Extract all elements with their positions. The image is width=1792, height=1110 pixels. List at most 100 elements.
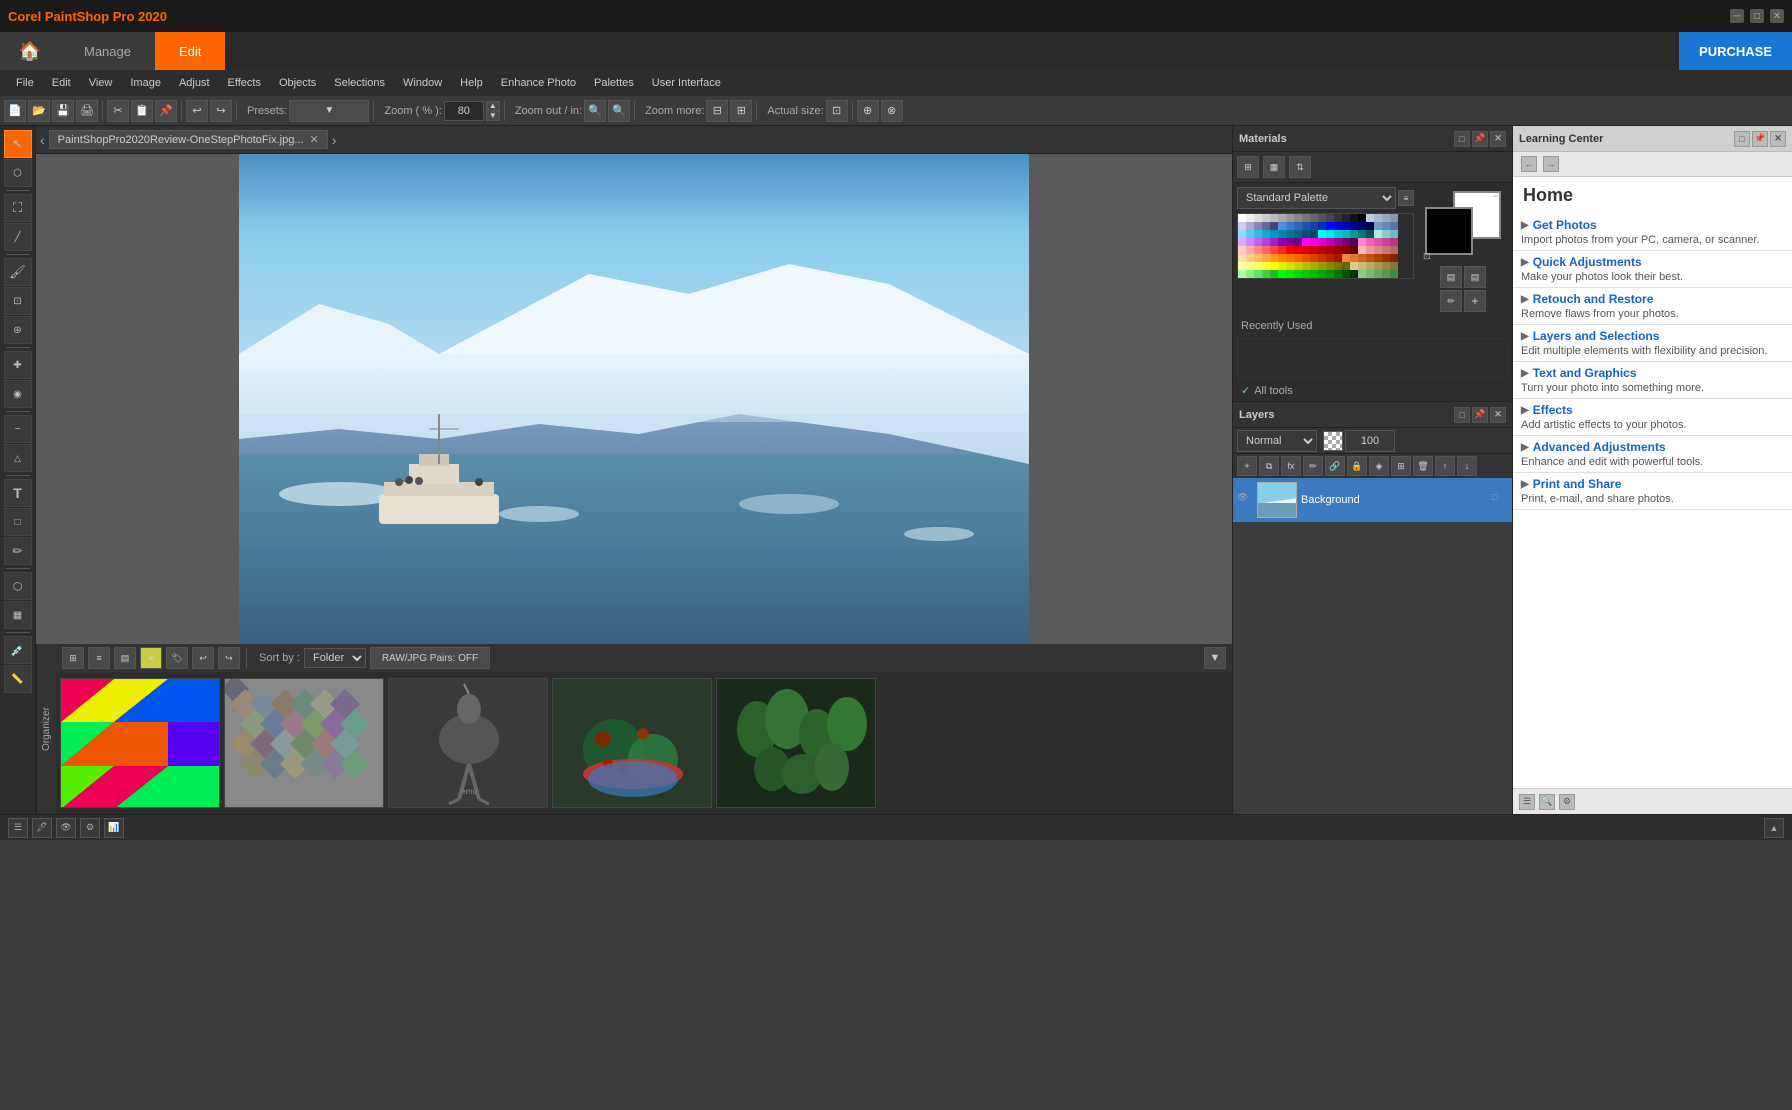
color-swatch[interactable] bbox=[1390, 262, 1398, 270]
layer-blend-btn[interactable]: ◈ bbox=[1369, 456, 1389, 476]
color-swatch[interactable] bbox=[1366, 246, 1374, 254]
color-swatch[interactable] bbox=[1294, 222, 1302, 230]
color-swatch[interactable] bbox=[1382, 262, 1390, 270]
lc-back-btn[interactable]: ← bbox=[1521, 156, 1537, 172]
color-swatch[interactable] bbox=[1254, 254, 1262, 262]
palette-options-btn[interactable]: ≡ bbox=[1398, 190, 1414, 206]
file-tab-active[interactable]: PaintShopPro2020Review-OneStepPhotoFix.j… bbox=[49, 130, 328, 149]
color-swatch[interactable] bbox=[1238, 254, 1246, 262]
color-swatch[interactable] bbox=[1350, 238, 1358, 246]
lc-item-effects[interactable]: ▶ Effects Add artistic effects to your p… bbox=[1513, 399, 1792, 436]
tool-paint[interactable]: 🖌 bbox=[4, 258, 32, 286]
swap-colors-btn[interactable]: ↔ bbox=[1491, 187, 1503, 201]
layer-copy-btn[interactable]: ⧉ bbox=[1259, 456, 1279, 476]
close-button[interactable]: ✕ bbox=[1770, 9, 1784, 23]
color-swatch[interactable] bbox=[1334, 214, 1342, 222]
color-swatch[interactable] bbox=[1382, 270, 1390, 278]
color-swatch[interactable] bbox=[1390, 254, 1398, 262]
color-swatch[interactable] bbox=[1254, 270, 1262, 278]
color-swatch[interactable] bbox=[1294, 262, 1302, 270]
canvas-image-container[interactable] bbox=[36, 154, 1232, 644]
menu-adjust[interactable]: Adjust bbox=[171, 75, 218, 91]
color-swatch[interactable] bbox=[1246, 262, 1254, 270]
status-btn-2[interactable]: 🖊 bbox=[32, 818, 52, 838]
color-swatch[interactable] bbox=[1318, 214, 1326, 222]
layers-blend-select[interactable]: Normal Multiply Screen bbox=[1237, 430, 1317, 452]
menu-view[interactable]: View bbox=[81, 75, 121, 91]
color-swatch[interactable] bbox=[1382, 222, 1390, 230]
lc-item-print-share[interactable]: ▶ Print and Share Print, e-mail, and sha… bbox=[1513, 473, 1792, 510]
tb-undo[interactable]: ↩ bbox=[186, 100, 208, 122]
status-expand-btn[interactable]: ▲ bbox=[1764, 818, 1784, 838]
color-swatch[interactable] bbox=[1294, 238, 1302, 246]
color-swatch[interactable] bbox=[1254, 230, 1262, 238]
color-swatch[interactable] bbox=[1278, 254, 1286, 262]
thumb-1[interactable] bbox=[60, 678, 220, 808]
tool-redeye[interactable]: ◉ bbox=[4, 380, 32, 408]
color-swatch[interactable] bbox=[1310, 246, 1318, 254]
color-swatch[interactable] bbox=[1254, 222, 1262, 230]
color-swatch[interactable] bbox=[1262, 262, 1270, 270]
color-swatch[interactable] bbox=[1294, 254, 1302, 262]
layer-new-btn[interactable]: + bbox=[1237, 456, 1257, 476]
tool-gradient[interactable]: ▦ bbox=[4, 601, 32, 629]
color-swatch[interactable] bbox=[1246, 270, 1254, 278]
color-swatch[interactable] bbox=[1350, 222, 1358, 230]
color-swatch[interactable] bbox=[1262, 238, 1270, 246]
color-swatch[interactable] bbox=[1374, 262, 1382, 270]
tb-extra1[interactable]: ⊕ bbox=[857, 100, 879, 122]
color-swatch[interactable] bbox=[1374, 230, 1382, 238]
color-swatch[interactable] bbox=[1246, 238, 1254, 246]
layer-move-up-btn[interactable]: ↑ bbox=[1435, 456, 1455, 476]
color-swatch[interactable] bbox=[1334, 238, 1342, 246]
color-swatch[interactable] bbox=[1254, 246, 1262, 254]
color-swatch[interactable] bbox=[1294, 270, 1302, 278]
manage-tab[interactable]: Manage bbox=[60, 32, 155, 70]
color-swatch[interactable] bbox=[1390, 222, 1398, 230]
palette-select[interactable]: Standard Palette bbox=[1237, 187, 1396, 209]
color-swatch[interactable] bbox=[1350, 246, 1358, 254]
mat-tool-plus[interactable]: + bbox=[1464, 290, 1486, 312]
color-swatch[interactable] bbox=[1270, 270, 1278, 278]
color-swatch[interactable] bbox=[1286, 270, 1294, 278]
color-swatch[interactable] bbox=[1286, 246, 1294, 254]
color-swatch[interactable] bbox=[1302, 230, 1310, 238]
lc-tb-btn2[interactable]: 🔍 bbox=[1539, 794, 1555, 810]
color-swatch[interactable] bbox=[1366, 214, 1374, 222]
color-swatch[interactable] bbox=[1326, 246, 1334, 254]
menu-image[interactable]: Image bbox=[122, 75, 169, 91]
tb-extra2[interactable]: ⊗ bbox=[881, 100, 903, 122]
color-swatch[interactable] bbox=[1342, 262, 1350, 270]
color-swatch[interactable] bbox=[1390, 214, 1398, 222]
tab-forward-button[interactable]: › bbox=[332, 132, 337, 148]
zoom-spinner[interactable]: ▲ ▼ bbox=[486, 101, 500, 121]
color-swatch[interactable] bbox=[1294, 246, 1302, 254]
color-swatch[interactable] bbox=[1326, 230, 1334, 238]
color-swatch[interactable] bbox=[1302, 270, 1310, 278]
color-swatch[interactable] bbox=[1246, 254, 1254, 262]
color-swatch[interactable] bbox=[1302, 238, 1310, 246]
thumb-5[interactable] bbox=[716, 678, 876, 808]
color-swatch[interactable] bbox=[1358, 238, 1366, 246]
color-swatch[interactable] bbox=[1382, 230, 1390, 238]
color-swatch[interactable] bbox=[1294, 230, 1302, 238]
color-swatch[interactable] bbox=[1358, 262, 1366, 270]
tool-clone[interactable]: ⊛ bbox=[4, 316, 32, 344]
color-swatch[interactable] bbox=[1286, 262, 1294, 270]
tool-eyedropper[interactable]: 💉 bbox=[4, 636, 32, 664]
color-swatch[interactable] bbox=[1358, 270, 1366, 278]
color-swatch[interactable] bbox=[1246, 230, 1254, 238]
color-swatch[interactable] bbox=[1318, 222, 1326, 230]
color-swatch[interactable] bbox=[1294, 214, 1302, 222]
color-swatch[interactable] bbox=[1286, 214, 1294, 222]
color-swatch[interactable] bbox=[1310, 222, 1318, 230]
org-tb-grid[interactable]: ⊞ bbox=[62, 647, 84, 669]
home-tab[interactable]: 🏠 bbox=[0, 32, 60, 70]
color-swatch[interactable] bbox=[1366, 230, 1374, 238]
organizer-side-label[interactable]: Organizer bbox=[36, 644, 56, 814]
layer-fx-btn[interactable]: fx bbox=[1281, 456, 1301, 476]
color-swatch[interactable] bbox=[1278, 222, 1286, 230]
color-swatch[interactable] bbox=[1350, 270, 1358, 278]
layer-delete-btn[interactable]: 🗑 bbox=[1413, 456, 1433, 476]
color-swatch[interactable] bbox=[1374, 238, 1382, 246]
